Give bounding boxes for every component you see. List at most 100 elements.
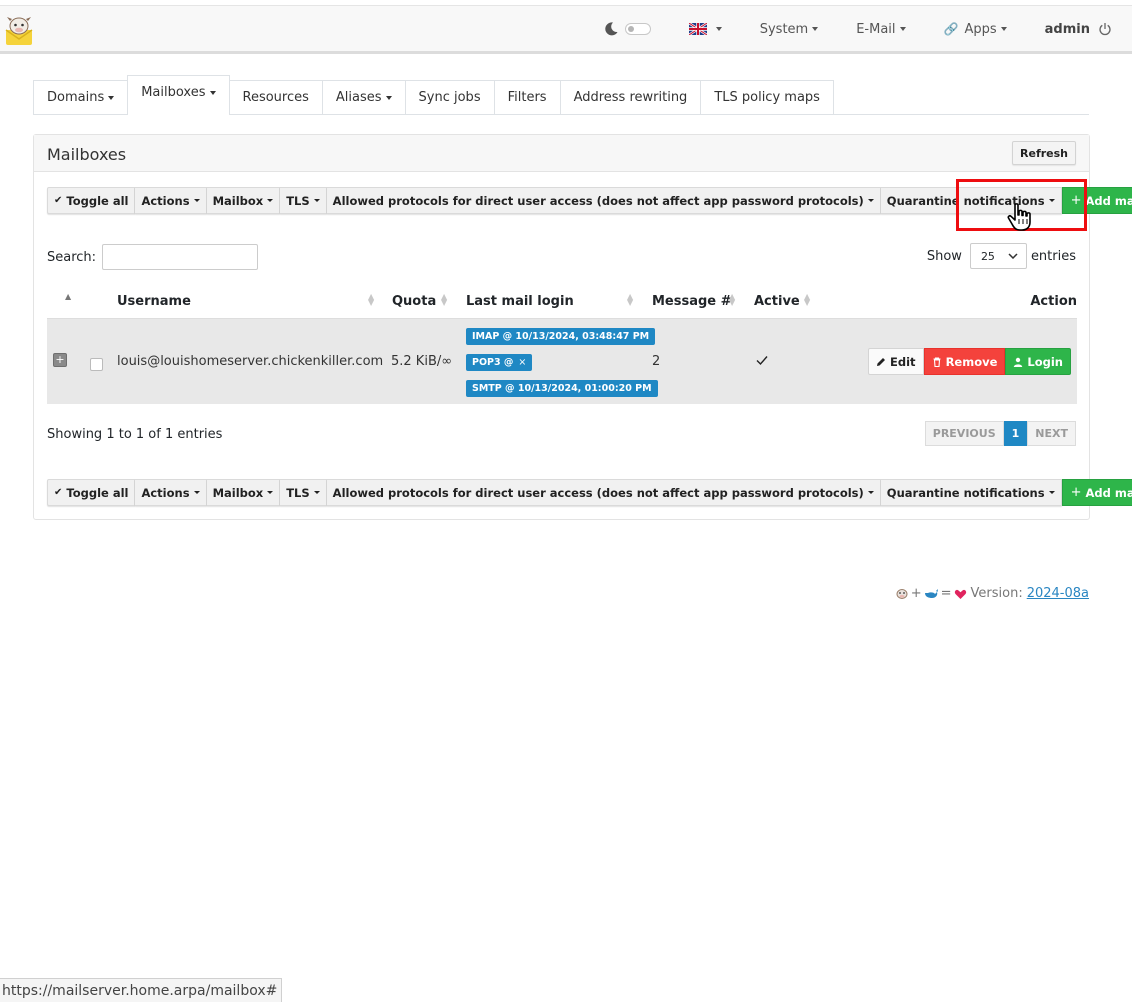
sort-icon[interactable]: ▲ ▼ (368, 293, 374, 307)
mailboxes-table: ▲ Username ▲ ▼ Quota ▲ ▼ Last mail login ▲… (47, 285, 1077, 404)
header-messages[interactable]: Message # (652, 294, 732, 309)
plus-sign: + (910, 586, 922, 601)
imap-login-badge: IMAP @ 10/13/2024, 03:48:47 PM (466, 328, 656, 345)
protocols-dropdown[interactable]: Allowed protocols for direct user access… (326, 187, 881, 214)
mailboxes-panel: Mailboxes Refresh ✔ Toggle all Actions Ma… (33, 134, 1132, 520)
mailbox-dropdown[interactable]: Mailbox (206, 187, 281, 214)
nav-system-label: System (759, 21, 809, 37)
actions-dropdown[interactable]: Actions (135, 187, 207, 214)
uk-flag-icon (688, 23, 707, 35)
add-mailbox-label: Add mailbox (1085, 485, 1132, 500)
chevron-down-icon (313, 491, 320, 494)
sort-icon[interactable]: ▲ ▼ (804, 293, 810, 307)
check-icon: ✔ (54, 195, 63, 206)
panel-title: Mailboxes (47, 145, 127, 164)
nav-system[interactable]: System (759, 21, 819, 37)
check-icon: ✔ (54, 487, 63, 498)
section-tabs: Domains Mailboxes Resources Aliases Sync… (33, 75, 1089, 115)
header-last-login[interactable]: Last mail login (466, 294, 574, 309)
version-footer: + = Version: 2024-08a (893, 586, 1089, 601)
user-name[interactable]: admin (1045, 22, 1090, 37)
chevron-down-icon (867, 491, 874, 494)
edit-button[interactable]: Edit (868, 348, 924, 375)
hearts-icon (954, 589, 966, 599)
tls-dropdown[interactable]: TLS (280, 479, 327, 506)
chevron-down-icon (715, 27, 722, 31)
table-info: Showing 1 to 1 of 1 entries (47, 427, 223, 442)
tab-label: Aliases (335, 90, 382, 105)
sort-asc-icon[interactable]: ▲ (65, 293, 71, 301)
add-mailbox-button[interactable]: +Add mailbox (1061, 479, 1132, 506)
search-input[interactable] (102, 244, 259, 270)
actions-dropdown[interactable]: Actions (135, 479, 207, 506)
login-button[interactable]: Login (1005, 348, 1071, 375)
header-username[interactable]: Username (117, 294, 191, 309)
toggle-all-button[interactable]: ✔ Toggle all (47, 479, 136, 506)
tab-resources[interactable]: Resources (228, 80, 323, 114)
chevron-down-icon (899, 27, 906, 31)
chevron-down-icon (867, 199, 874, 202)
expand-row-icon[interactable]: + (53, 353, 67, 367)
tab-mailboxes[interactable]: Mailboxes (127, 75, 230, 115)
tls-dropdown[interactable]: TLS (280, 187, 327, 214)
remove-button[interactable]: Remove (923, 348, 1006, 375)
row-checkbox[interactable] (90, 358, 103, 371)
pagination-previous[interactable]: PREVIOUS (924, 421, 1004, 446)
status-bar-url: https://mailserver.home.arpa/mailbox# (0, 978, 283, 1002)
quarantine-dropdown[interactable]: Quarantine notifications (880, 479, 1062, 506)
trash-icon (933, 356, 941, 367)
plus-icon: + (1070, 485, 1082, 500)
entries-select[interactable]: 25 (969, 243, 1027, 269)
login-label: Login (1027, 354, 1063, 369)
chevron-down-icon (209, 90, 216, 95)
pagination-next[interactable]: NEXT (1027, 421, 1076, 446)
tab-filters[interactable]: Filters (493, 80, 561, 114)
pop3-login-badge: POP3 @ × (466, 354, 533, 371)
header-active[interactable]: Active (754, 294, 800, 309)
tab-tls-policy-maps[interactable]: TLS policy maps (700, 80, 834, 114)
chevron-down-icon (1048, 491, 1055, 494)
tab-label: TLS policy maps (714, 90, 820, 105)
sort-icon[interactable]: ▲ ▼ (441, 293, 447, 307)
logout-power-icon[interactable] (1098, 22, 1112, 36)
top-navbar: System E-Mail 🔗 Apps admin (0, 5, 1132, 54)
protocols-label: Allowed protocols for direct user access… (332, 485, 864, 500)
nav-apps[interactable]: 🔗 Apps (944, 22, 1007, 37)
version-link[interactable]: 2024-08a (1027, 586, 1089, 601)
language-dropdown[interactable] (688, 23, 722, 35)
tab-sync-jobs[interactable]: Sync jobs (404, 80, 495, 114)
mailbox-dropdown[interactable]: Mailbox (206, 479, 281, 506)
tab-domains[interactable]: Domains (33, 80, 129, 114)
pagination-page-1[interactable]: 1 (1003, 421, 1028, 446)
smtp-login-badge: SMTP @ 10/13/2024, 01:00:20 PM (466, 380, 658, 397)
chevron-down-icon (812, 27, 819, 31)
tab-address-rewriting[interactable]: Address rewriting (559, 80, 702, 114)
dark-mode-toggle[interactable] (603, 21, 651, 37)
entries-length-control: Show 25 entries (927, 243, 1076, 269)
refresh-button[interactable]: Refresh (1012, 141, 1076, 165)
whale-icon (924, 589, 938, 598)
tab-label: Mailboxes (141, 85, 206, 100)
nav-apps-label: Apps (964, 21, 997, 37)
chevron-down-icon (108, 95, 115, 100)
sort-icon[interactable]: ▲ ▼ (627, 293, 633, 307)
hand-cursor-icon (1007, 203, 1031, 231)
nav-email[interactable]: E-Mail (856, 22, 906, 37)
dark-mode-switch[interactable] (624, 23, 651, 35)
toggle-all-button[interactable]: ✔ Toggle all (47, 187, 136, 214)
equals-sign: = (940, 586, 952, 601)
chevron-down-icon (267, 199, 274, 202)
protocols-dropdown[interactable]: Allowed protocols for direct user access… (326, 479, 881, 506)
close-icon: × (518, 357, 527, 368)
mailbox-toolbar-bottom: ✔ Toggle all Actions Mailbox TLS Allowed … (47, 479, 1132, 506)
tab-aliases[interactable]: Aliases (321, 80, 406, 114)
sort-icon[interactable]: ▲ ▼ (729, 293, 735, 307)
tls-label: TLS (286, 485, 310, 500)
cell-quota: 5.2 KiB/∞ (391, 354, 453, 369)
chevron-down-icon (1008, 253, 1018, 259)
header-quota[interactable]: Quota (392, 294, 436, 309)
mailbox-label: Mailbox (212, 485, 264, 500)
mailcow-logo-icon[interactable] (3, 15, 35, 47)
mailbox-label: Mailbox (212, 193, 264, 208)
moon-icon (605, 22, 618, 36)
